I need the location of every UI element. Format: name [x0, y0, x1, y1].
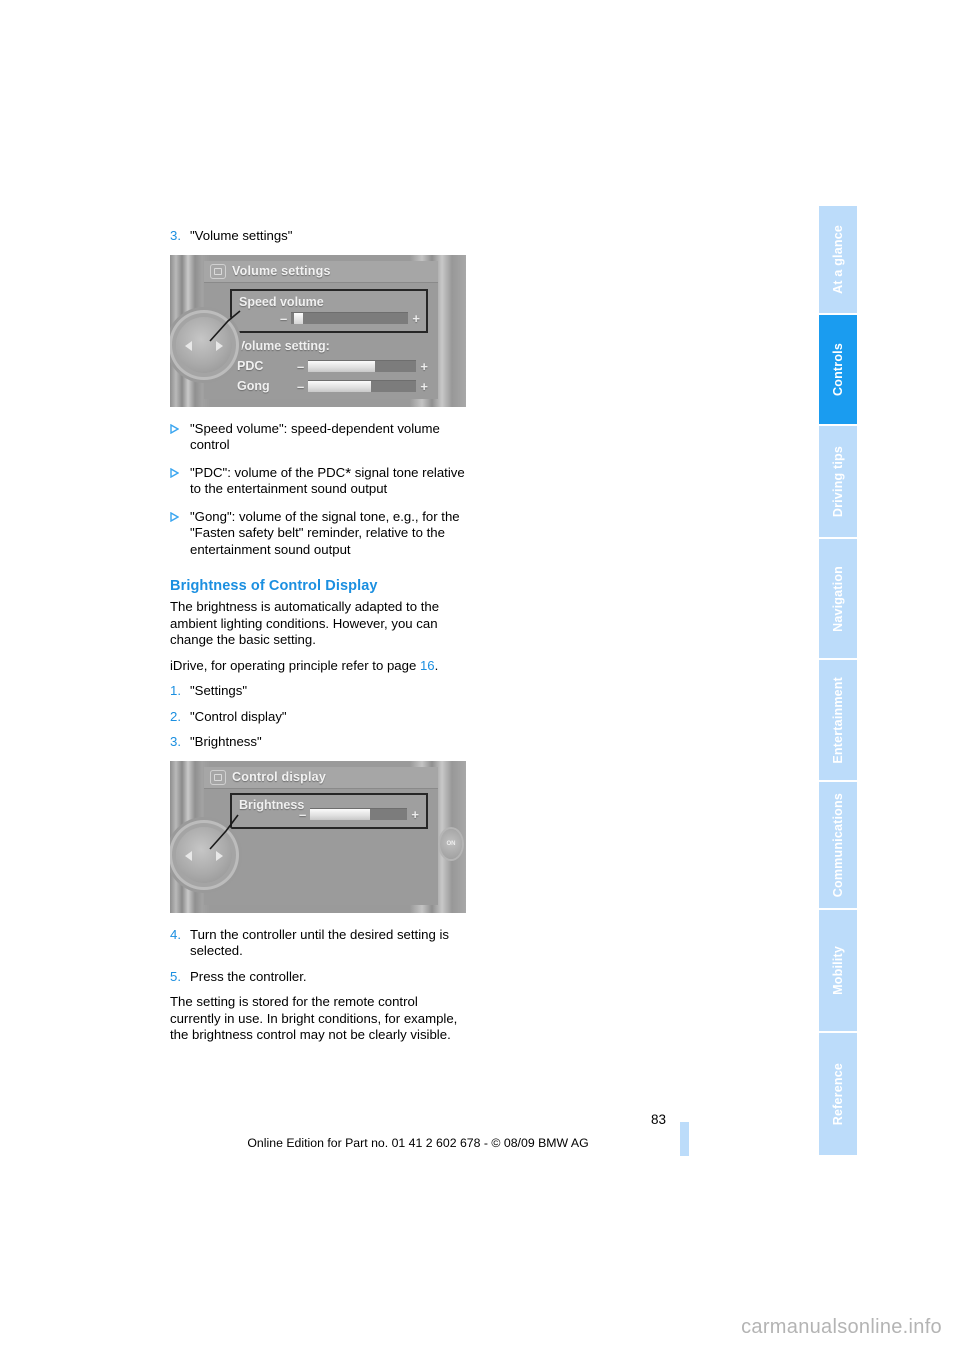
list-item: "Speed volume": speed-dependent volume c…: [170, 421, 470, 454]
page-number: 83: [650, 1112, 666, 1127]
step-number: 5.: [170, 968, 181, 984]
sidebar-tab-mobility[interactable]: Mobility: [819, 910, 857, 1033]
sidebar-tab-label: Reference: [831, 1062, 845, 1126]
list-item: 3. "Volume settings": [170, 228, 470, 245]
list-item: "PDC": volume of the PDC* signal tone re…: [170, 465, 470, 498]
sidebar-tab-label: Entertainment: [831, 676, 845, 764]
page-reference-link[interactable]: 16: [420, 658, 435, 673]
list-item: 4. Turn the controller until the desired…: [170, 927, 470, 960]
bullet-text-before: "PDC": volume of the PDC: [190, 464, 346, 480]
footer-accent-bar: [680, 1122, 689, 1156]
figure-control-display: Control display Brightness – + ON: [170, 760, 466, 913]
sidebar-tab-label: Communications: [831, 792, 845, 898]
step-text: "Volume settings": [190, 228, 293, 243]
step-number: 1.: [170, 683, 181, 698]
list-item: 3. "Brightness": [170, 734, 470, 751]
sidebar-tab-communications[interactable]: Communications: [819, 782, 857, 910]
sidebar-tab-controls[interactable]: Controls: [819, 315, 857, 426]
step-number: 3.: [170, 228, 181, 243]
sidebar-tab-navigation[interactable]: Navigation: [819, 539, 857, 660]
idrive-reference-note: iDrive, for operating principle refer to…: [170, 658, 470, 675]
leader-line: [209, 309, 241, 342]
idrive-note-text: iDrive, for operating principle refer to…: [170, 657, 420, 673]
sidebar-tab-label: Mobility: [831, 946, 845, 995]
bullet-text: "PDC": volume of the PDC* signal tone re…: [190, 465, 470, 498]
edition-footer-text: Online Edition for Part no. 01 41 2 602 …: [247, 1136, 589, 1150]
list-item: "Gong": volume of the signal tone, e.g.,…: [170, 509, 470, 559]
step-number: 3.: [170, 734, 181, 749]
section-heading: Brightness of Control Display: [170, 578, 378, 594]
step-text: Press the controller.: [190, 968, 307, 984]
triangle-bullet-icon: [170, 465, 190, 478]
list-item: 2. "Control display": [170, 709, 470, 726]
list-item: 5. Press the controller.: [170, 969, 470, 986]
triangle-bullet-icon: [170, 509, 190, 522]
step-text: "Settings": [190, 683, 248, 698]
step-text: "Control display": [190, 708, 287, 724]
idrive-note-period: .: [434, 657, 439, 673]
sidebar-tab-entertainment[interactable]: Entertainment: [819, 660, 857, 782]
triangle-bullet-icon: [170, 421, 190, 434]
step-text: Turn the controller until the desired se…: [190, 926, 449, 959]
chapter-tabs-sidebar: At a glance Controls Driving tips Naviga…: [819, 206, 857, 1155]
on-off-label: ON: [446, 840, 456, 847]
page-content-column: 3. "Volume settings" Volume settings Spe…: [170, 228, 470, 1053]
step-number: 2.: [170, 708, 181, 724]
sidebar-tab-label: Navigation: [831, 565, 845, 632]
sidebar-tab-label: Controls: [831, 343, 845, 396]
sidebar-tab-at-a-glance[interactable]: At a glance: [819, 206, 857, 315]
leader-line: [209, 814, 239, 850]
figure-volume-settings: Volume settings Speed volume – + Volume …: [170, 254, 466, 407]
step-number: 4.: [170, 926, 181, 942]
bullet-text: "Gong": volume of the signal tone, e.g.,…: [190, 508, 460, 557]
display-on-off-button[interactable]: ON: [440, 828, 462, 859]
list-item: 1. "Settings": [170, 683, 470, 700]
sidebar-tab-driving-tips[interactable]: Driving tips: [819, 426, 857, 539]
closing-paragraph: The setting is stored for the remote con…: [170, 994, 458, 1042]
bullet-text: "Speed volume": speed-dependent volume c…: [190, 420, 440, 453]
section-paragraph: The brightness is automatically adapted …: [170, 599, 440, 647]
sidebar-tab-label: Driving tips: [831, 445, 845, 518]
sidebar-tab-label: At a glance: [831, 225, 845, 294]
site-watermark: carmanualsonline.info: [741, 1316, 942, 1338]
step-text: "Brightness": [190, 734, 262, 749]
sidebar-tab-reference[interactable]: Reference: [819, 1033, 857, 1155]
